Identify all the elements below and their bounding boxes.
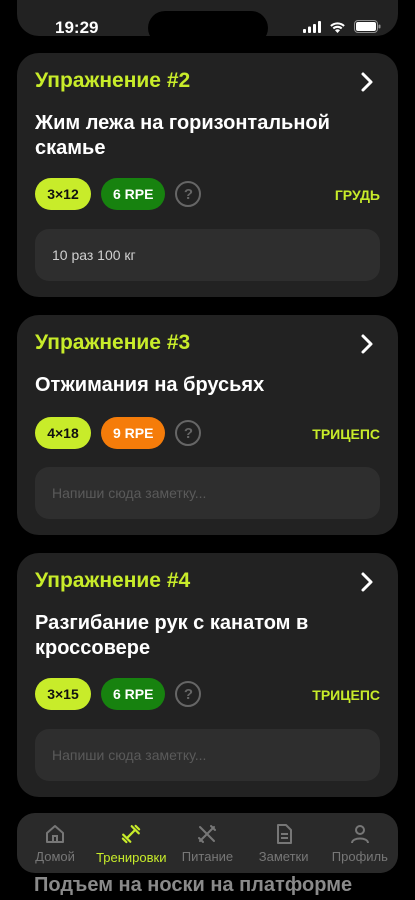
exercise-card[interactable]: Упражнение #3 Отжимания на брусьях 4×18 … [17,315,398,535]
help-icon[interactable]: ? [175,420,202,446]
tab-notes[interactable]: Заметки [246,823,322,864]
rpe-badge: 9 RPE [101,417,166,449]
status-bar: 19:29 [0,0,415,52]
tab-home[interactable]: Домой [17,823,93,864]
tab-label: Тренировки [96,849,167,865]
chevron-right-icon[interactable] [360,571,374,593]
home-icon [46,824,65,843]
dumbbell-icon [122,824,141,843]
sets-badge: 3×12 [35,178,91,210]
tab-label: Домой [35,848,75,864]
status-time: 19:29 [55,18,99,37]
rpe-badge: 6 RPE [101,678,166,710]
muscle-group-label: ТРИЦЕПС [312,426,380,442]
tab-nutrition[interactable]: Питание [169,823,245,864]
muscle-group-label: ГРУДЬ [334,187,380,203]
wifi-icon [330,21,345,33]
exercise-number: Упражнение #2 [35,69,191,92]
exercise-number: Упражнение #3 [35,331,191,354]
exercise-title: Жим лежа на горизонтальной скамье [35,112,330,159]
exercise-number: Упражнение #4 [35,569,191,592]
exercise-card[interactable]: Упражнение #4 Разгибание рук с канатом в… [17,553,398,797]
sets-badge: 3×15 [35,678,91,710]
note-field[interactable]: Напиши сюда заметку... [35,467,380,519]
exercise-card[interactable]: Упражнение #2 Жим лежа на горизонтальной… [17,53,398,297]
document-icon [276,823,292,844]
profile-icon [350,824,369,843]
tab-label: Профиль [331,848,388,864]
help-icon[interactable]: ? [175,181,202,207]
dynamic-island [148,11,268,45]
chevron-right-icon[interactable] [360,333,374,355]
rpe-badge: 6 RPE [101,178,166,210]
help-icon[interactable]: ? [175,681,202,707]
sets-badge: 4×18 [35,417,91,449]
exercise-title: Разгибание рук с канатом в кроссовере [35,612,309,659]
muscle-group-label: ТРИЦЕПС [312,687,380,703]
note-field[interactable]: 10 раз 100 кг [35,229,380,281]
tab-label: Питание [181,848,234,864]
bottom-tab-bar: Домой Тренировки Питание Заметки Профиль [17,813,398,873]
note-field[interactable]: Напиши сюда заметку... [35,729,380,781]
exercise-title: Отжимания на брусьях [35,374,265,396]
signal-icon [303,20,321,33]
tab-label: Заметки [258,848,309,864]
next-exercise-title-peek: Подъем на носки на платформе [34,874,353,896]
battery-icon [354,20,381,33]
tab-workouts[interactable]: Тренировки [93,822,169,865]
tab-profile[interactable]: Профиль [322,823,398,864]
utensils-icon [198,824,217,843]
chevron-right-icon[interactable] [360,71,374,93]
